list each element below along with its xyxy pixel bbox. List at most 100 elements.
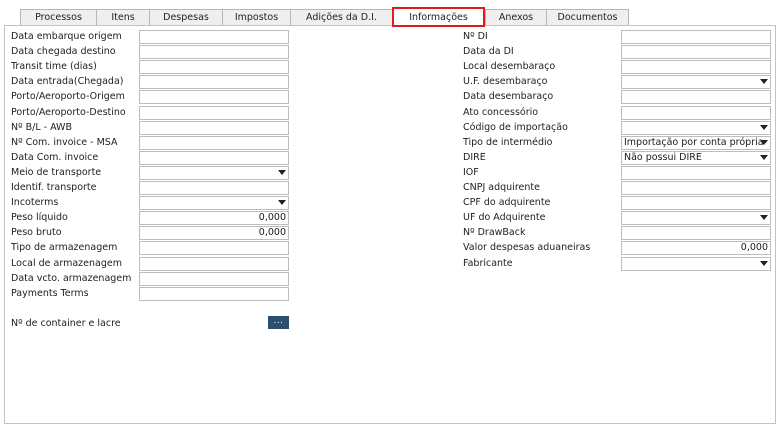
porto-aeroporto-destino-row: Porto/Aeroporto-Destino [11, 105, 289, 120]
chevron-down-icon[interactable] [278, 200, 286, 206]
chevron-down-icon[interactable] [760, 260, 768, 266]
fabricante-label: Fabricante [463, 257, 513, 269]
n-di-label: Nº DI [463, 31, 488, 42]
meio-de-transporte-select[interactable] [139, 165, 289, 180]
u-f-desembaraco-row: U.F. desembaraço [463, 75, 771, 90]
n-b-l-awb-label: Nº B/L - AWB [11, 121, 72, 133]
data-chegada-destino-field[interactable] [139, 45, 289, 60]
codigo-de-importacao-select[interactable] [621, 120, 771, 135]
dire-row: DIRE Não possui DIRE [463, 150, 771, 165]
payments-terms-row: Payments Terms [11, 286, 289, 301]
data-embarque-origem-row: Data embarque origem [11, 30, 289, 44]
tab-bar: Processos Itens Despesas Impostos Adiçõe… [20, 7, 629, 27]
tab-itens[interactable]: Itens [96, 9, 149, 26]
porto-aeroporto-destino-label: Porto/Aeroporto-Destino [11, 106, 126, 118]
cnpj-adquirente-row: CNPJ adquirente [463, 181, 771, 195]
tipo-de-intermedio-label: Tipo de intermédio [463, 136, 553, 148]
chevron-down-icon[interactable] [278, 169, 286, 175]
codigo-de-importacao-row: Código de importação [463, 120, 771, 135]
cnpj-adquirente-label: CNPJ adquirente [463, 182, 540, 193]
n-com-invoice-msa-field[interactable] [139, 135, 289, 150]
iof-row: IOF [463, 165, 771, 180]
chevron-down-icon[interactable] [760, 124, 768, 130]
transit-time-dias-field[interactable] [139, 60, 289, 75]
tab-informacoes[interactable]: Informações [392, 7, 485, 27]
peso-liquido-row: Peso líquido 0,000 [11, 211, 289, 226]
container-label: Nº de container e lacre [11, 318, 121, 329]
data-chegada-destino-label: Data chegada destino [11, 46, 116, 58]
identif-transporte-row: Identif. transporte [11, 181, 289, 195]
n-com-invoice-msa-row: Nº Com. invoice - MSA [11, 135, 289, 150]
data-da-di-label: Data da DI [463, 46, 514, 58]
data-entrada-chegada-row: Data entrada(Chegada) [11, 75, 289, 90]
tipo-de-armazenagem-field[interactable] [139, 241, 289, 256]
container-lookup-button[interactable]: ... [268, 316, 289, 329]
data-entrada-chegada-label: Data entrada(Chegada) [11, 76, 124, 88]
data-com-invoice-field[interactable] [139, 150, 289, 165]
cpf-do-adquirente-label: CPF do adquirente [463, 197, 551, 209]
data-da-di-row: Data da DI [463, 45, 771, 60]
data-entrada-chegada-field[interactable] [139, 75, 289, 90]
n-drawback-field[interactable] [621, 226, 771, 241]
u-f-desembaraco-label: U.F. desembaraço [463, 76, 548, 88]
peso-bruto-row: Peso bruto 0,000 [11, 226, 289, 241]
identif-transporte-field[interactable] [139, 181, 289, 195]
fabricante-select[interactable] [621, 256, 771, 271]
uf-do-adquirente-select[interactable] [621, 211, 771, 226]
tipo-de-armazenagem-row: Tipo de armazenagem [11, 241, 289, 256]
tab-documentos[interactable]: Documentos [546, 9, 629, 26]
local-de-armazenagem-label: Local de armazenagem [11, 257, 122, 269]
data-vcto-armazenagem-row: Data vcto. armazenagem [11, 271, 289, 286]
local-de-armazenagem-row: Local de armazenagem [11, 256, 289, 271]
porto-aeroporto-origem-label: Porto/Aeroporto-Origem [11, 91, 125, 103]
cnpj-adquirente-field[interactable] [621, 181, 771, 195]
data-chegada-destino-row: Data chegada destino [11, 45, 289, 60]
tab-processos[interactable]: Processos [20, 9, 96, 26]
data-vcto-armazenagem-field[interactable] [139, 271, 289, 286]
porto-aeroporto-destino-field[interactable] [139, 105, 289, 120]
chevron-down-icon[interactable] [760, 139, 768, 145]
n-di-field[interactable] [621, 30, 771, 44]
uf-do-adquirente-label: UF do Adquirente [463, 212, 546, 224]
n-b-l-awb-row: Nº B/L - AWB [11, 120, 289, 135]
cpf-do-adquirente-row: CPF do adquirente [463, 196, 771, 211]
tab-impostos[interactable]: Impostos [222, 9, 290, 26]
cpf-do-adquirente-field[interactable] [621, 196, 771, 211]
peso-bruto-label: Peso bruto [11, 227, 62, 239]
chevron-down-icon[interactable] [760, 154, 768, 160]
payments-terms-label: Payments Terms [11, 287, 89, 299]
valor-despesas-aduaneiras-field[interactable]: 0,000 [621, 241, 771, 256]
peso-liquido-field[interactable]: 0,000 [139, 211, 289, 226]
dire-select[interactable]: Não possui DIRE [621, 150, 771, 165]
valor-despesas-aduaneiras-row: Valor despesas aduaneiras 0,000 [463, 241, 771, 256]
payments-terms-field[interactable] [139, 286, 289, 301]
tipo-de-armazenagem-label: Tipo de armazenagem [11, 242, 118, 254]
tipo-de-intermedio-value: Importação por conta própria [624, 136, 764, 148]
tipo-de-intermedio-select[interactable]: Importação por conta própria [621, 135, 771, 150]
local-desembaraco-field[interactable] [621, 60, 771, 75]
chevron-down-icon[interactable] [760, 215, 768, 221]
n-di-row: Nº DI [463, 30, 771, 44]
ato-concessorio-field[interactable] [621, 105, 771, 120]
local-de-armazenagem-field[interactable] [139, 256, 289, 271]
dire-label: DIRE [463, 151, 486, 163]
u-f-desembaraco-select[interactable] [621, 75, 771, 90]
data-desembaraco-field[interactable] [621, 90, 771, 105]
incoterms-select[interactable] [139, 196, 289, 211]
data-da-di-field[interactable] [621, 45, 771, 60]
peso-bruto-field[interactable]: 0,000 [139, 226, 289, 241]
n-drawback-row: Nº DrawBack [463, 226, 771, 241]
n-b-l-awb-field[interactable] [139, 120, 289, 135]
identif-transporte-label: Identif. transporte [11, 182, 97, 193]
data-embarque-origem-label: Data embarque origem [11, 31, 122, 42]
porto-aeroporto-origem-field[interactable] [139, 90, 289, 105]
tab-adicoes-di[interactable]: Adições da D.I. [290, 9, 392, 26]
tab-despesas[interactable]: Despesas [149, 9, 222, 26]
tipo-de-intermedio-row: Tipo de intermédio Importação por conta p… [463, 135, 771, 150]
iof-field[interactable] [621, 165, 771, 180]
tab-anexos[interactable]: Anexos [485, 9, 546, 26]
chevron-down-icon[interactable] [760, 79, 768, 85]
data-embarque-origem-field[interactable] [139, 30, 289, 44]
data-com-invoice-row: Data Com. invoice [11, 150, 289, 165]
meio-de-transporte-label: Meio de transporte [11, 166, 102, 178]
